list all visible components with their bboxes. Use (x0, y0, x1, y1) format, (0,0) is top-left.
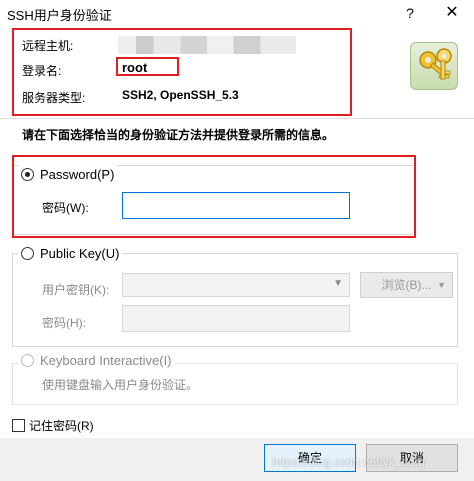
user-key-select[interactable]: ▼ (122, 273, 350, 297)
public-key-group-title: Public Key(U) (18, 245, 123, 261)
passphrase-input[interactable] (122, 305, 350, 332)
annotation-box-login (116, 57, 179, 76)
remember-password-checkbox[interactable] (12, 419, 25, 432)
header-separator (0, 118, 474, 119)
keyboard-group-title: Keyboard Interactive(I) (18, 352, 175, 368)
instruction-text: 请在下面选择恰当的身份验证方法并提供登录所需的信息。 (22, 128, 335, 142)
keyboard-description: 使用键盘输入用户身份验证。 (42, 378, 199, 392)
window-title: SSH用户身份验证 (7, 8, 112, 23)
passphrase-label: 密码(H): (42, 316, 86, 330)
help-button[interactable]: ? (396, 0, 424, 26)
watermark: https://blog.csdn.net/yk_ddm (272, 455, 425, 469)
keys-icon (410, 42, 458, 90)
user-key-label: 用户密钥(K): (42, 283, 110, 297)
title-bar: SSH用户身份验证 ? ✕ (0, 0, 474, 26)
remember-password-label: 记住密码(R) (29, 419, 94, 433)
dropdown-arrow-icon: ▼ (437, 280, 446, 290)
keyboard-radio[interactable] (21, 354, 34, 367)
public-key-radio-label: Public Key(U) (40, 246, 120, 261)
close-button[interactable]: ✕ (430, 0, 474, 26)
annotation-box-header (12, 28, 352, 116)
browse-button[interactable]: 浏览(B)... ▼ (360, 272, 453, 298)
public-key-group (12, 253, 458, 347)
keyboard-radio-label: Keyboard Interactive(I) (40, 353, 172, 368)
annotation-box-password (12, 155, 416, 238)
chevron-down-icon: ▼ (333, 278, 343, 289)
public-key-radio[interactable] (21, 247, 34, 260)
browse-button-label: 浏览(B)... (381, 278, 432, 292)
